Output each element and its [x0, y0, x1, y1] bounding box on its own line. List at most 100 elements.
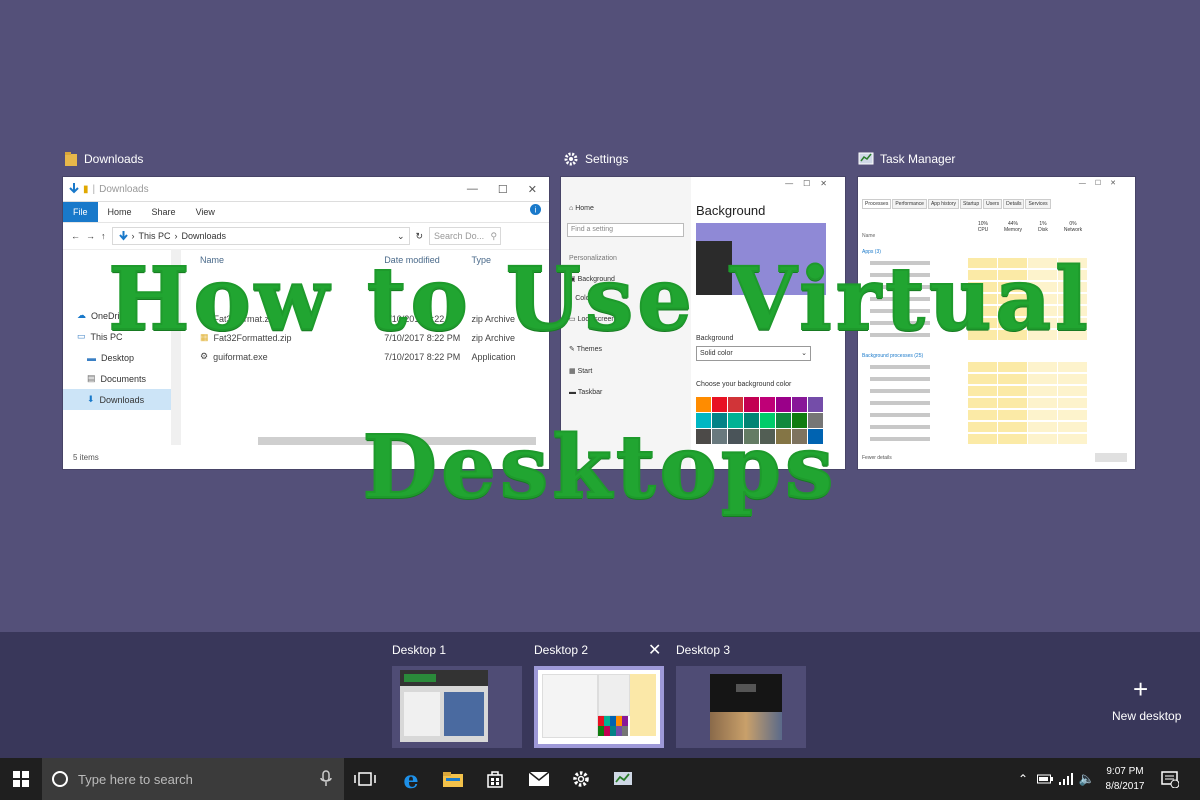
color-swatch[interactable]: [696, 397, 711, 412]
folder-icon: [443, 772, 463, 787]
action-center-button[interactable]: [1160, 758, 1180, 800]
minimize-icon[interactable]: —: [467, 183, 478, 196]
process-cell: [998, 410, 1027, 420]
ribbon-tab-share[interactable]: Share: [142, 202, 186, 222]
tab-startup[interactable]: Startup: [959, 199, 983, 209]
desktop-3-thumbnail[interactable]: [676, 666, 806, 748]
process-name-placeholder[interactable]: [870, 365, 930, 369]
ribbon-tab-file[interactable]: File: [63, 202, 98, 222]
new-desktop-button[interactable]: New desktop: [1112, 709, 1181, 723]
task-view-button[interactable]: [352, 758, 378, 800]
up-arrow-icon[interactable]: ↑: [101, 231, 106, 241]
ribbon-tab-home[interactable]: Home: [98, 202, 142, 222]
taskmgr-col-disk[interactable]: 1% Disk: [1028, 221, 1058, 233]
desktop-2-thumbnail[interactable]: [534, 666, 664, 748]
edge-icon: e: [403, 764, 419, 794]
explorer-title: Downloads: [99, 183, 149, 195]
battery-icon[interactable]: [1036, 758, 1054, 800]
settings-window-controls[interactable]: —☐✕: [785, 179, 837, 188]
microphone-icon[interactable]: [320, 770, 332, 788]
process-name-placeholder[interactable]: [870, 377, 930, 381]
process-name-placeholder[interactable]: [870, 389, 930, 393]
settings-item-taskbar[interactable]: ▬ Taskbar: [569, 389, 602, 396]
settings-heading: Background: [696, 203, 766, 218]
headline-line1: How to Use Virtual: [107, 249, 1092, 350]
explorer-ribbon: File Home Share View i: [63, 202, 549, 223]
mail-button[interactable]: [526, 758, 552, 800]
settings-caption[interactable]: Settings: [563, 150, 628, 168]
color-swatch[interactable]: [744, 397, 759, 412]
address-bar[interactable]: › This PC › Downloads ⌄: [111, 227, 410, 245]
search-icon: ⚲: [490, 230, 498, 241]
tab-processes[interactable]: Processes: [862, 199, 892, 209]
volume-icon[interactable]: 🔈: [1078, 758, 1096, 800]
start-button[interactable]: [10, 758, 32, 800]
taskmgr-tabs: Processes Performance App history Startu…: [862, 199, 1051, 209]
help-icon[interactable]: i: [530, 204, 541, 215]
file-type: Application: [471, 351, 516, 362]
process-name-placeholder[interactable]: [870, 413, 930, 417]
color-swatch[interactable]: [808, 397, 823, 412]
notification-icon: [1161, 771, 1179, 788]
taskmgr-col-cpu[interactable]: 10% CPU: [968, 221, 998, 233]
process-cell: [998, 386, 1027, 396]
chevron-up-icon[interactable]: ⌃: [1016, 758, 1030, 800]
nav-label: Downloads: [99, 394, 145, 405]
close-icon[interactable]: ✕: [648, 640, 661, 660]
back-arrow-icon[interactable]: ←: [71, 231, 80, 241]
tab-users[interactable]: Users: [983, 199, 1003, 209]
explorer-caption[interactable]: Downloads: [64, 150, 143, 168]
process-cell: [998, 362, 1027, 372]
tab-performance[interactable]: Performance: [892, 199, 927, 209]
color-swatch[interactable]: [776, 397, 791, 412]
clock[interactable]: 9:07 PM 8/8/2017: [1100, 764, 1150, 794]
chevron-down-icon[interactable]: ⌄: [397, 231, 409, 242]
settings-item-label: Taskbar: [577, 389, 603, 396]
edge-browser-button[interactable]: e: [398, 758, 424, 800]
process-cell: [1058, 374, 1087, 384]
tab-services[interactable]: Services: [1025, 199, 1051, 209]
taskmgr-col-memory[interactable]: 44% Memory: [998, 221, 1028, 233]
tab-details[interactable]: Details: [1003, 199, 1025, 209]
taskmgr-col-name[interactable]: Name: [862, 233, 875, 239]
taskbar-search-placeholder: Type here to search: [78, 771, 193, 787]
nav-item-documents[interactable]: ▤ Documents: [63, 368, 171, 389]
close-icon[interactable]: ✕: [528, 183, 537, 196]
color-swatch[interactable]: [712, 397, 727, 412]
taskbar-search-input[interactable]: Type here to search: [42, 758, 344, 800]
settings-search-input[interactable]: Find a setting: [567, 223, 684, 237]
settings-item-label: Start: [577, 368, 593, 375]
store-button[interactable]: [482, 758, 508, 800]
path-downloads[interactable]: Downloads: [182, 231, 227, 241]
task-manager-button[interactable]: [610, 758, 636, 800]
desktop-icon: ▬: [87, 352, 96, 363]
path-this-pc[interactable]: This PC: [139, 231, 171, 241]
nav-item-desktop[interactable]: ▬ Desktop: [63, 347, 171, 368]
desktop-3-label[interactable]: Desktop 3: [676, 643, 730, 657]
task-view-icon: [354, 772, 376, 786]
forward-arrow-icon[interactable]: →: [86, 231, 95, 241]
file-explorer-button[interactable]: [440, 758, 466, 800]
desktop-2-label[interactable]: Desktop 2: [534, 643, 588, 657]
ribbon-tab-view[interactable]: View: [186, 202, 225, 222]
network-icon[interactable]: [1058, 758, 1074, 800]
process-cell: [1058, 362, 1087, 372]
maximize-icon[interactable]: ☐: [498, 183, 508, 196]
taskmgr-window-controls[interactable]: —☐✕: [1079, 179, 1125, 187]
settings-item-start[interactable]: ▦ Start: [569, 367, 592, 375]
taskmgr-col-network[interactable]: 0% Network: [1058, 221, 1088, 233]
desktop-1-thumbnail[interactable]: [392, 666, 522, 748]
refresh-icon[interactable]: ↻: [416, 231, 424, 242]
color-swatch[interactable]: [760, 397, 775, 412]
color-swatch[interactable]: [728, 397, 743, 412]
desktop-1-label[interactable]: Desktop 1: [392, 643, 446, 657]
plus-icon[interactable]: +: [1133, 676, 1148, 702]
settings-button[interactable]: [568, 758, 594, 800]
nav-item-downloads[interactable]: ⬇ Downloads: [63, 389, 171, 410]
explorer-search-input[interactable]: Search Do... ⚲: [429, 227, 502, 245]
process-name-placeholder[interactable]: [870, 401, 930, 405]
tab-app-history[interactable]: App history: [927, 199, 959, 209]
taskmgr-caption[interactable]: Task Manager: [858, 150, 955, 168]
settings-home[interactable]: ⌂ Home: [569, 205, 594, 212]
color-swatch[interactable]: [792, 397, 807, 412]
